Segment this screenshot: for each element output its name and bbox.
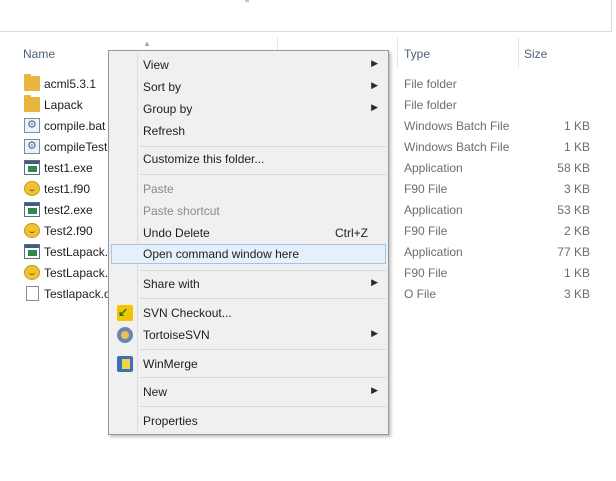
tortoisesvn-icon [117, 327, 133, 343]
file-type: Application [404, 203, 463, 217]
file-size: 1 KB [563, 119, 590, 133]
file-size: 3 KB [563, 182, 590, 196]
menu-item-group-by[interactable]: Group by ▶ [111, 99, 386, 119]
application-icon [24, 160, 40, 175]
file-name: test1.exe [44, 161, 93, 175]
submenu-arrow-icon: ▶ [371, 58, 378, 68]
menu-item-label: Customize this folder... [143, 152, 265, 166]
menu-item-label: WinMerge [143, 357, 198, 371]
menu-item-label: Paste shortcut [143, 204, 220, 218]
menu-item-label: Open command window here [143, 247, 300, 261]
submenu-arrow-icon: ▶ [371, 328, 378, 338]
batch-file-icon [24, 118, 40, 133]
file-size: 58 KB [557, 161, 590, 175]
column-divider[interactable] [397, 38, 398, 68]
submenu-arrow-icon: ▶ [371, 385, 378, 395]
file-name: TestLapack. [44, 245, 109, 259]
column-header-size-label: Size [524, 47, 548, 61]
menu-item-winmerge[interactable]: WinMerge [111, 354, 386, 374]
address-bar[interactable] [0, 0, 612, 32]
file-size: 53 KB [557, 203, 590, 217]
file-name: acml5.3.1 [44, 77, 97, 91]
file-type: Application [404, 161, 463, 175]
menu-item-new[interactable]: New ▶ [111, 382, 386, 402]
menu-item-label: View [143, 58, 169, 72]
blank-file-icon [26, 286, 39, 301]
menu-item-label: New [143, 385, 168, 399]
winmerge-icon [117, 356, 133, 372]
f90-file-icon [24, 265, 40, 280]
file-type: F90 File [404, 182, 448, 196]
menu-item-label: SVN Checkout... [143, 306, 232, 320]
sort-ascending-icon: ▲ [143, 39, 151, 48]
menu-separator [140, 349, 386, 350]
file-name: Testlapack.o [44, 287, 111, 301]
column-header-name-label: Name [23, 47, 56, 61]
menu-item-label: Refresh [143, 124, 186, 138]
menu-item-shortcut: Ctrl+Z [335, 226, 368, 240]
file-type: F90 File [404, 224, 448, 238]
file-type: Windows Batch File [404, 140, 510, 154]
menu-item-paste-shortcut[interactable]: Paste shortcut [111, 201, 386, 221]
file-type: O File [404, 287, 437, 301]
file-size: 3 KB [563, 287, 590, 301]
menu-item-label: Share with [143, 277, 200, 291]
menu-item-open-command-window[interactable]: Open command window here [111, 244, 386, 264]
column-divider[interactable] [518, 38, 519, 68]
file-type: File folder [404, 98, 457, 112]
menu-separator [140, 270, 386, 271]
file-type: File folder [404, 77, 457, 91]
menu-item-label: Paste [143, 182, 174, 196]
menu-item-label: Sort by [143, 80, 182, 94]
column-header-type-label: Type [404, 47, 431, 61]
file-name: Test2.f90 [44, 224, 93, 238]
folder-icon [24, 95, 40, 112]
f90-file-icon [24, 181, 40, 196]
menu-item-label: Group by [143, 102, 193, 116]
menu-separator [140, 298, 386, 299]
file-type: Application [404, 245, 463, 259]
submenu-arrow-icon: ▶ [371, 102, 378, 112]
file-name: compile.bat [44, 119, 106, 133]
menu-separator [140, 146, 386, 147]
submenu-arrow-icon: ▶ [371, 277, 378, 287]
menu-item-tortoisesvn[interactable]: TortoiseSVN ▶ [111, 325, 386, 345]
menu-separator [140, 174, 386, 175]
svn-checkout-icon [117, 305, 133, 321]
address-bar-area [0, 0, 616, 34]
application-icon [24, 244, 40, 259]
file-name: compileTest [44, 140, 108, 154]
menu-item-customize-folder[interactable]: Customize this folder... [111, 149, 386, 169]
menu-item-properties[interactable]: Properties [111, 411, 386, 431]
file-size: 1 KB [563, 140, 590, 154]
file-name: Lapack [44, 98, 83, 112]
menu-item-share-with[interactable]: Share with ▶ [111, 274, 386, 294]
file-type: Windows Batch File [404, 119, 510, 133]
menu-item-label: TortoiseSVN [143, 328, 210, 342]
file-size: 2 KB [563, 224, 590, 238]
application-icon [24, 202, 40, 217]
address-bar-divider [245, 0, 249, 2]
context-menu: View ▶ Sort by ▶ Group by ▶ Refresh Cust… [108, 50, 389, 435]
submenu-arrow-icon: ▶ [371, 80, 378, 90]
file-type: F90 File [404, 266, 448, 280]
menu-item-refresh[interactable]: Refresh [111, 121, 386, 141]
menu-item-svn-checkout[interactable]: SVN Checkout... [111, 303, 386, 323]
file-name: test2.exe [44, 203, 93, 217]
menu-separator [140, 377, 386, 378]
file-name: TestLapack. [44, 266, 109, 280]
menu-item-undo-delete[interactable]: Undo Delete Ctrl+Z [111, 223, 386, 243]
file-size: 77 KB [557, 245, 590, 259]
menu-separator [140, 406, 386, 407]
menu-item-label: Properties [143, 414, 198, 428]
batch-file-icon [24, 139, 40, 154]
file-name: test1.f90 [44, 182, 91, 196]
menu-item-label: Undo Delete [143, 226, 210, 240]
menu-item-sort-by[interactable]: Sort by ▶ [111, 77, 386, 97]
folder-icon [24, 74, 40, 91]
f90-file-icon [24, 223, 40, 238]
menu-item-view[interactable]: View ▶ [111, 55, 386, 75]
menu-item-paste[interactable]: Paste [111, 179, 386, 199]
file-size: 1 KB [563, 266, 590, 280]
